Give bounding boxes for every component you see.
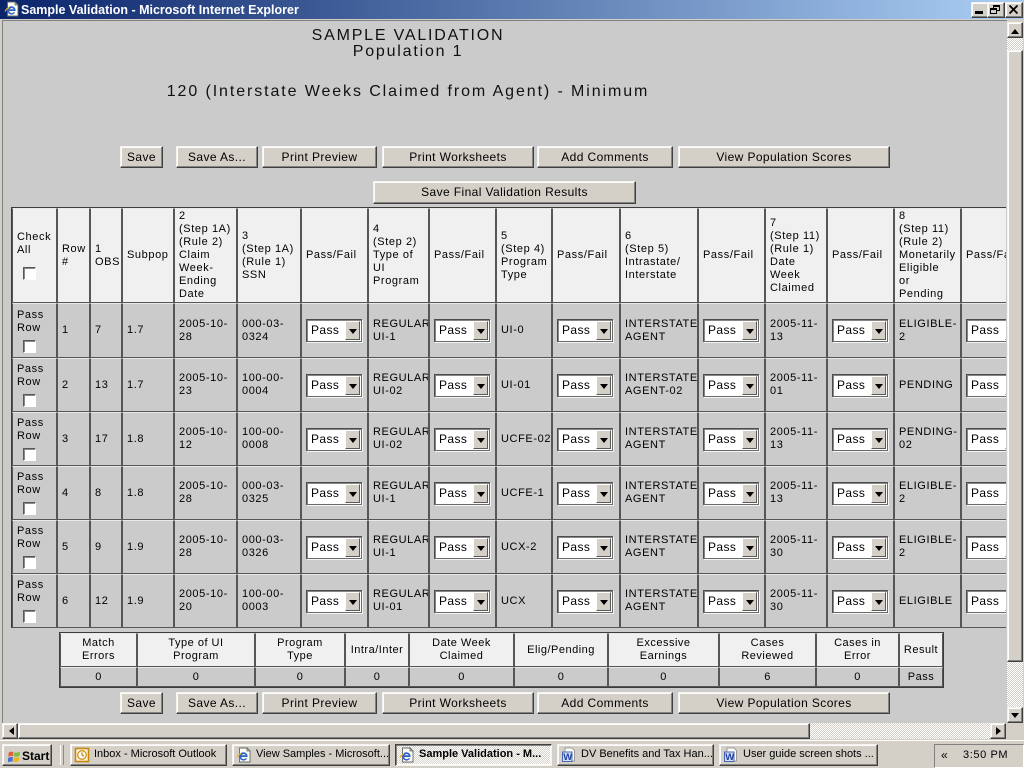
svg-text:W: W	[725, 752, 734, 763]
svg-text:W: W	[563, 752, 572, 763]
